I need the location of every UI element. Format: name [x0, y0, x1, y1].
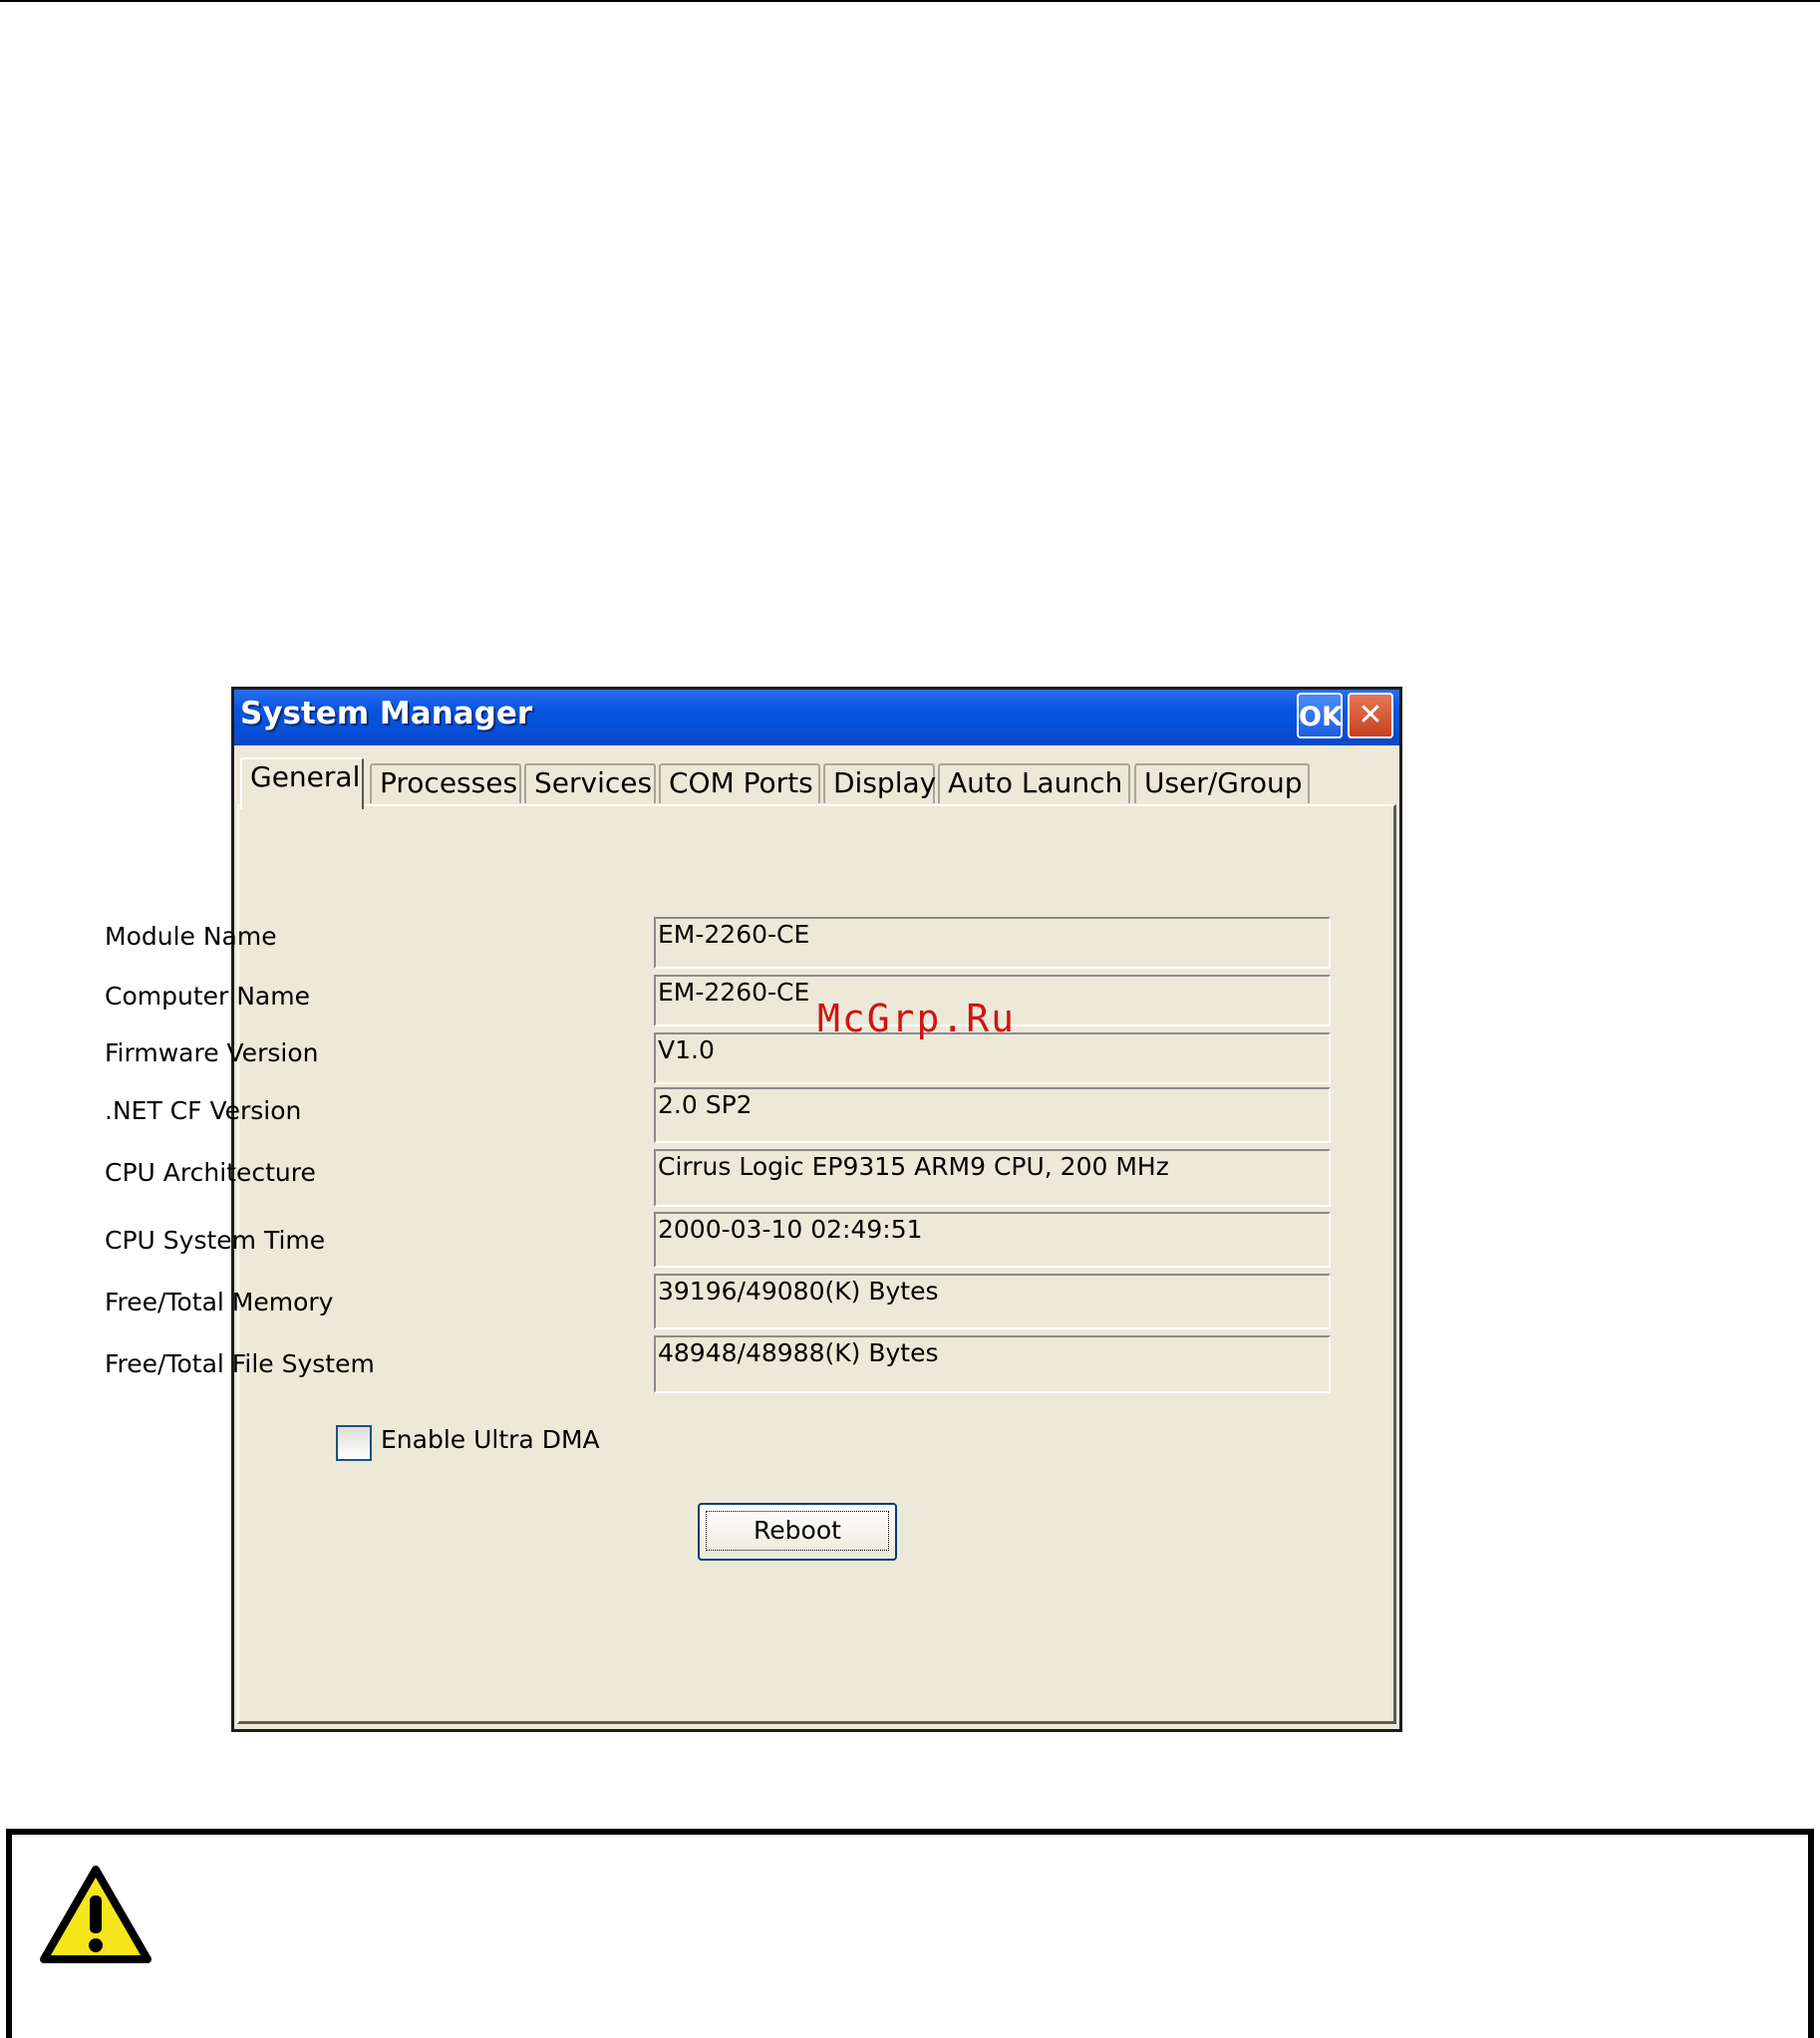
module-name-field: EM-2260-CE — [654, 917, 1331, 969]
netcf-version-label: .NET CF Version — [105, 1096, 302, 1125]
ok-button[interactable]: OK — [1297, 693, 1343, 738]
free-total-memory-label: Free/Total Memory — [105, 1288, 334, 1316]
watermark: McGrp.Ru — [817, 997, 1017, 1040]
reboot-button[interactable]: Reboot — [698, 1503, 897, 1561]
title-bar[interactable]: System Manager OK ✕ — [234, 690, 1399, 745]
tab-auto-launch[interactable]: Auto Launch — [938, 763, 1130, 803]
free-total-file-system-field: 48948/48988(K) Bytes — [654, 1335, 1331, 1393]
warning-triangle-icon — [40, 1866, 152, 1963]
cpu-system-time-field: 2000-03-10 02:49:51 — [654, 1212, 1331, 1268]
firmware-version-label: Firmware Version — [105, 1038, 319, 1067]
tab-com-ports[interactable]: COM Ports — [659, 763, 820, 803]
close-icon: ✕ — [1358, 698, 1383, 732]
cpu-system-time-label: CPU System Time — [105, 1226, 326, 1255]
close-button[interactable]: ✕ — [1348, 693, 1393, 738]
module-name-label: Module Name — [105, 922, 277, 951]
tab-display[interactable]: Display — [823, 763, 936, 803]
free-total-file-system-label: Free/Total File System — [105, 1349, 375, 1378]
system-manager-window: System Manager OK ✕ General Processes Se… — [231, 687, 1402, 1732]
top-rule — [0, 0, 1820, 2]
free-total-memory-field: 39196/49080(K) Bytes — [654, 1274, 1331, 1329]
enable-ultra-dma-checkbox[interactable] — [336, 1425, 372, 1461]
cpu-architecture-label: CPU Architecture — [105, 1158, 316, 1187]
tab-processes[interactable]: Processes — [370, 763, 521, 803]
reboot-button-label: Reboot — [706, 1511, 889, 1551]
tab-user-group[interactable]: User/Group — [1134, 763, 1310, 803]
tab-services[interactable]: Services — [524, 763, 656, 803]
computer-name-label: Computer Name — [105, 982, 310, 1011]
enable-ultra-dma-label[interactable]: Enable Ultra DMA — [381, 1425, 600, 1454]
warning-box — [6, 1829, 1814, 2038]
cpu-architecture-field: Cirrus Logic EP9315 ARM9 CPU, 200 MHz — [654, 1149, 1331, 1207]
window-title: System Manager — [240, 696, 533, 731]
netcf-version-field: 2.0 SP2 — [654, 1087, 1331, 1143]
tab-general[interactable]: General — [240, 757, 364, 809]
